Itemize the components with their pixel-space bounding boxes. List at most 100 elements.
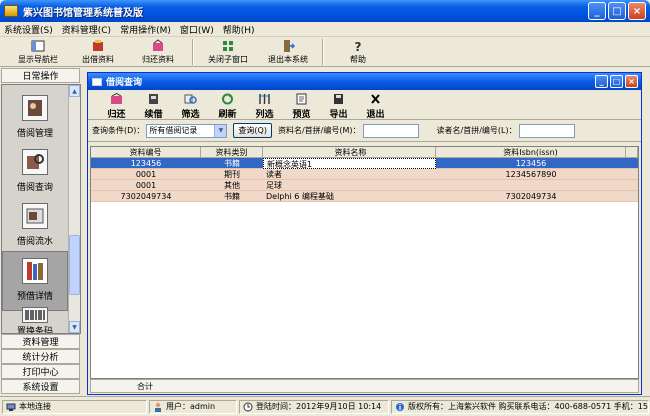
filter-button[interactable]: 筛选: [172, 90, 209, 120]
menu-data-management[interactable]: 资料管理(C): [62, 23, 111, 36]
cell-isbn: 7302049734: [505, 191, 557, 201]
exit-window-button[interactable]: 退出: [357, 90, 394, 120]
sidebar-scrollbar[interactable]: ▲ ▼: [68, 85, 80, 333]
child-window-titlebar: 借阅查询 _ □ ×: [88, 73, 641, 90]
help-button[interactable]: ? 帮助: [328, 37, 388, 67]
sidebar-item-borrow-query[interactable]: 借阅查询: [2, 143, 68, 203]
reserve-detail-icon: [22, 258, 48, 284]
column-header-extra[interactable]: [626, 146, 638, 158]
column-header-id[interactable]: 资料编号: [91, 146, 201, 158]
minimize-button[interactable]: _: [588, 2, 606, 20]
child-maximize-button[interactable]: □: [610, 75, 623, 88]
column-header-isbn[interactable]: 资料Isbn(issn): [436, 146, 626, 158]
child-minimize-button[interactable]: _: [595, 75, 608, 88]
table-row[interactable]: 7302049734 书籍 Delphi 6 编程基础 7302049734: [91, 191, 638, 202]
borrow-query-window: 借阅查询 _ □ × 归还 续借 筛选 刷新 列选 预览 导出 退出 查询条件(…: [87, 72, 642, 395]
menu-bar: 系统设置(S) 资料管理(C) 常用操作(M) 窗口(W) 帮助(H): [0, 22, 650, 37]
sidebar-header-daily[interactable]: 日常操作: [1, 68, 80, 83]
sidebar-item-label: 借阅流水: [16, 237, 53, 247]
query-condition-select[interactable]: 所有借阅记录 ▼: [146, 123, 228, 138]
reader-search-input[interactable]: [518, 123, 575, 138]
sidebar-category-system-settings[interactable]: 系统设置: [1, 379, 80, 394]
close-child-window-button[interactable]: 关闭子窗口: [198, 37, 258, 67]
sidebar-category-data-management[interactable]: 资料管理: [1, 334, 80, 349]
child-toolbar-label: 导出: [329, 110, 348, 120]
borrow-query-icon: [22, 149, 48, 175]
cell-isbn: [436, 180, 626, 191]
sidebar-item-label: 置换条码: [16, 327, 53, 333]
close-child-icon: [223, 41, 233, 51]
sidebar-item-reserve-detail[interactable]: 预借详情: [2, 251, 68, 311]
cell-name: 新概念英语1: [263, 157, 436, 169]
exit-system-button[interactable]: 退出本系统: [258, 37, 318, 67]
cell-isbn: 123456: [515, 158, 547, 168]
toolbar-label: 出借资料: [82, 55, 114, 64]
status-user: 用户：admin: [149, 399, 237, 414]
child-window-title: 借阅查询: [106, 78, 143, 88]
toolbar-label: 归还资料: [142, 55, 174, 64]
barcode-icon: [22, 307, 48, 323]
toolbar-separator: [192, 39, 194, 65]
return-icon: [111, 93, 122, 104]
refresh-button[interactable]: 刷新: [209, 90, 246, 120]
scroll-down-icon[interactable]: ▼: [69, 321, 80, 333]
column-select-button[interactable]: 列选: [246, 90, 283, 120]
cell-extra: [626, 158, 638, 169]
grid-footer: 合计: [90, 379, 639, 393]
menu-common-operations[interactable]: 常用操作(M): [120, 23, 171, 36]
main-toolbar: 显示导航栏 出借资料 归还资料 关闭子窗口 退出本系统 ? 帮助: [0, 37, 650, 67]
child-close-button[interactable]: ×: [625, 75, 638, 88]
borrow-manage-icon: [22, 95, 48, 121]
lend-icon: [93, 40, 103, 51]
svg-text:?: ?: [355, 40, 362, 53]
return-icon: [153, 39, 163, 51]
table-row[interactable]: 123456 书籍 新概念英语1 123456: [91, 157, 638, 169]
cell-name: 足球: [266, 180, 282, 190]
toolbar-label: 帮助: [350, 55, 366, 64]
export-button[interactable]: 导出: [320, 90, 357, 120]
cell-id: 123456: [130, 158, 162, 168]
child-toolbar-label: 续借: [144, 110, 163, 120]
child-toolbar-label: 刷新: [218, 110, 237, 120]
sidebar-category-print-center[interactable]: 打印中心: [1, 364, 80, 379]
status-connection: 本地连接: [2, 399, 147, 414]
return-item-button[interactable]: 归还: [98, 90, 135, 120]
sidebar: 日常操作 借阅管理 借阅查询 借阅流水 预借详情 置换条码 ▲ ▼ 资料管理 统…: [0, 68, 81, 395]
scroll-up-icon[interactable]: ▲: [69, 85, 80, 97]
lend-button[interactable]: 出借资料: [68, 37, 128, 67]
show-navigation-button[interactable]: 显示导航栏: [8, 37, 68, 67]
maximize-button[interactable]: □: [608, 2, 626, 20]
return-button[interactable]: 归还资料: [128, 37, 188, 67]
sidebar-item-borrow-manage[interactable]: 借阅管理: [2, 89, 68, 149]
chevron-down-icon[interactable]: ▼: [214, 124, 227, 137]
menu-system-settings[interactable]: 系统设置(S): [4, 23, 53, 36]
close-icon: [371, 94, 380, 104]
sidebar-category-statistics[interactable]: 统计分析: [1, 349, 80, 364]
sidebar-item-borrow-log[interactable]: 借阅流水: [2, 197, 68, 257]
cell-id: 0001: [135, 180, 157, 190]
status-login-time: 登陆时间：2012年9月10日 10:14: [239, 399, 389, 414]
borrow-log-icon: [22, 203, 48, 229]
info-icon: [396, 402, 404, 411]
preview-button[interactable]: 预览: [283, 90, 320, 120]
scroll-thumb[interactable]: [69, 235, 80, 295]
menu-help[interactable]: 帮助(H): [223, 23, 255, 36]
sidebar-item-label: 借阅查询: [16, 183, 53, 193]
cell-id: 7302049734: [120, 191, 172, 201]
sidebar-item-barcode[interactable]: 置换条码: [2, 305, 68, 333]
preview-icon: [296, 93, 307, 105]
table-row[interactable]: 0001 期刊 读者 1234567890: [91, 169, 638, 180]
table-row[interactable]: 0001 其他 足球: [91, 180, 638, 191]
item-search-input[interactable]: [362, 123, 419, 138]
column-header-type[interactable]: 资料类别: [201, 146, 263, 158]
cell-extra: [626, 180, 638, 191]
sidebar-pane: 借阅管理 借阅查询 借阅流水 预借详情 置换条码 ▲ ▼: [1, 84, 81, 334]
renew-button[interactable]: 续借: [135, 90, 172, 120]
close-button[interactable]: ×: [628, 2, 646, 20]
column-header-name[interactable]: 资料名称: [263, 146, 436, 158]
cell-id: 0001: [135, 169, 157, 179]
status-copyright-text: 版权所有：上海紫兴软件 购买联系电话：400-688-0571 手机：15: [408, 402, 648, 411]
menu-window[interactable]: 窗口(W): [180, 23, 214, 36]
child-toolbar-label: 退出: [366, 110, 385, 120]
query-button[interactable]: 查询(Q): [233, 123, 272, 138]
